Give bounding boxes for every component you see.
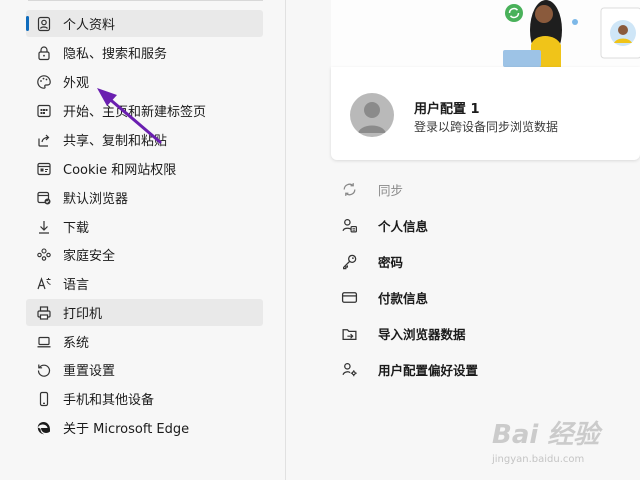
- sidebar-item-appearance[interactable]: 外观: [26, 68, 263, 95]
- sidebar-item-reset-settings[interactable]: 重置设置: [26, 356, 263, 383]
- avatar: [350, 93, 394, 137]
- menu-item-profile-preferences[interactable]: 用户配置偏好设置: [340, 355, 640, 383]
- menu-item-label: 密码: [378, 254, 404, 270]
- menu-item-label: 用户配置偏好设置: [378, 362, 479, 378]
- sync-icon: [340, 180, 358, 198]
- edge-logo-icon: [36, 420, 52, 436]
- menu-item-label: 付款信息: [378, 290, 429, 306]
- sidebar-item-default-browser[interactable]: 默认浏览器: [26, 184, 263, 211]
- printer-icon: [36, 305, 52, 321]
- sidebar-item-label: 手机和其他设备: [63, 393, 155, 408]
- sign-in-prompt[interactable]: 登录以跨设备同步浏览数据: [414, 118, 558, 135]
- sidebar-item-start-home-newtab[interactable]: 开始、主页和新建标签页: [26, 97, 263, 124]
- sidebar-item-downloads[interactable]: 下载: [26, 213, 263, 240]
- phone-icon: [36, 391, 52, 407]
- profile-name: 用户配置 1: [414, 102, 480, 117]
- menu-item-payment-info[interactable]: 付款信息: [340, 283, 640, 311]
- settings-sidebar: 个人资料 隐私、搜索和服务 外观 开始、主页和新建标签页 共享、复制和粘贴 Co…: [0, 0, 286, 480]
- reset-icon: [36, 362, 52, 378]
- sidebar-item-label: 下载: [63, 221, 90, 236]
- divider: [28, 0, 263, 1]
- laptop-icon: [36, 334, 52, 350]
- menu-item-personal-info[interactable]: 个人信息: [340, 211, 640, 239]
- sidebar-item-label: 隐私、搜索和服务: [63, 47, 168, 62]
- language-icon: [36, 276, 52, 292]
- home-grid-icon: [36, 103, 52, 119]
- menu-item-label: 导入浏览器数据: [378, 326, 466, 342]
- card-icon: [340, 288, 358, 306]
- browser-icon: [36, 190, 52, 206]
- profile-banner-illustration: [331, 0, 640, 68]
- watermark-url: jingyan.baidu.com: [492, 454, 585, 465]
- sidebar-item-label: 默认浏览器: [63, 192, 129, 207]
- sidebar-item-label: 共享、复制和粘贴: [63, 134, 168, 149]
- menu-item-label: 个人信息: [378, 218, 429, 234]
- profile-settings-icon: [340, 360, 358, 378]
- sidebar-item-label: 系统: [63, 336, 90, 351]
- family-icon: [36, 247, 52, 263]
- person-icon: [36, 16, 52, 32]
- sidebar-item-label: 开始、主页和新建标签页: [63, 105, 207, 120]
- sidebar-item-label: 语言: [63, 278, 90, 293]
- personal-info-icon: [340, 216, 358, 234]
- sidebar-item-printers[interactable]: 打印机: [26, 299, 263, 326]
- sidebar-item-family-safety[interactable]: 家庭安全: [26, 241, 263, 268]
- sidebar-item-label: 个人资料: [63, 18, 116, 33]
- palette-icon: [36, 74, 52, 90]
- share-icon: [36, 132, 52, 148]
- cookie-permissions-icon: [36, 161, 52, 177]
- sidebar-item-label: Cookie 和网站权限: [63, 163, 177, 178]
- sidebar-item-cookies-permissions[interactable]: Cookie 和网站权限: [26, 155, 263, 182]
- lock-icon: [36, 45, 52, 61]
- watermark: Bai 经验 jingyan.baidu.com: [470, 408, 640, 478]
- sidebar-item-system[interactable]: 系统: [26, 328, 263, 355]
- sidebar-item-label: 外观: [63, 76, 90, 91]
- watermark-logo-text: Bai 经验: [492, 420, 600, 450]
- sidebar-item-phone-devices[interactable]: 手机和其他设备: [26, 385, 263, 412]
- sidebar-item-label: 家庭安全: [63, 249, 116, 264]
- menu-item-passwords[interactable]: 密码: [340, 247, 640, 275]
- sidebar-item-languages[interactable]: 语言: [26, 270, 263, 297]
- sync-icon: [505, 4, 523, 22]
- menu-item-import-browser-data[interactable]: 导入浏览器数据: [340, 319, 640, 347]
- sidebar-item-profiles[interactable]: 个人资料: [26, 10, 263, 37]
- sidebar-item-about-edge[interactable]: 关于 Microsoft Edge: [26, 414, 263, 441]
- sidebar-item-share-copy-paste[interactable]: 共享、复制和粘贴: [26, 126, 263, 153]
- profile-card[interactable]: 用户配置 1 登录以跨设备同步浏览数据: [331, 67, 640, 160]
- sidebar-item-privacy[interactable]: 隐私、搜索和服务: [26, 39, 263, 66]
- sidebar-item-label: 关于 Microsoft Edge: [63, 422, 190, 437]
- download-icon: [36, 219, 52, 235]
- sidebar-item-label: 打印机: [63, 307, 103, 322]
- menu-item-sync[interactable]: 同步: [340, 175, 640, 203]
- import-icon: [340, 324, 358, 342]
- sidebar-item-label: 重置设置: [63, 364, 116, 379]
- menu-item-label: 同步: [378, 182, 404, 198]
- key-icon: [340, 252, 358, 270]
